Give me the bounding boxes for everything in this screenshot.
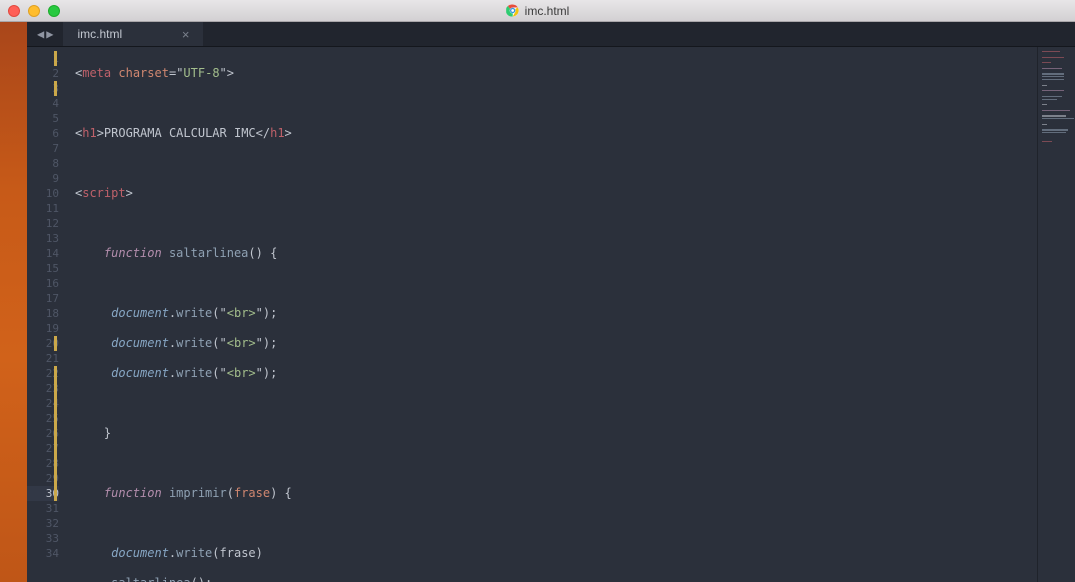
maximize-window-button[interactable] <box>48 5 60 17</box>
nav-forward-icon[interactable]: ▶ <box>46 27 53 41</box>
tab-label: imc.html <box>77 27 122 41</box>
code-content[interactable]: <meta charset="UTF-8"> <h1>PROGRAMA CALC… <box>67 47 1037 582</box>
desktop-background-strip <box>0 22 27 582</box>
chrome-icon <box>506 4 519 17</box>
window-controls <box>8 5 60 17</box>
close-window-button[interactable] <box>8 5 20 17</box>
tab-close-icon[interactable]: × <box>182 27 190 42</box>
minimize-window-button[interactable] <box>28 5 40 17</box>
window-titlebar: imc.html <box>0 0 1075 22</box>
nav-back-icon[interactable]: ◀ <box>37 27 44 41</box>
tab-active[interactable]: imc.html × <box>63 22 203 46</box>
minimap[interactable] <box>1037 47 1075 582</box>
line-number-gutter: 1234567891011121314151617181920212223242… <box>27 47 67 582</box>
window-title-text: imc.html <box>525 4 570 18</box>
tab-bar: ◀ ▶ imc.html × <box>27 22 1075 47</box>
tab-nav: ◀ ▶ <box>27 22 63 46</box>
window-title: imc.html <box>506 4 570 18</box>
code-editor[interactable]: 1234567891011121314151617181920212223242… <box>27 47 1075 582</box>
